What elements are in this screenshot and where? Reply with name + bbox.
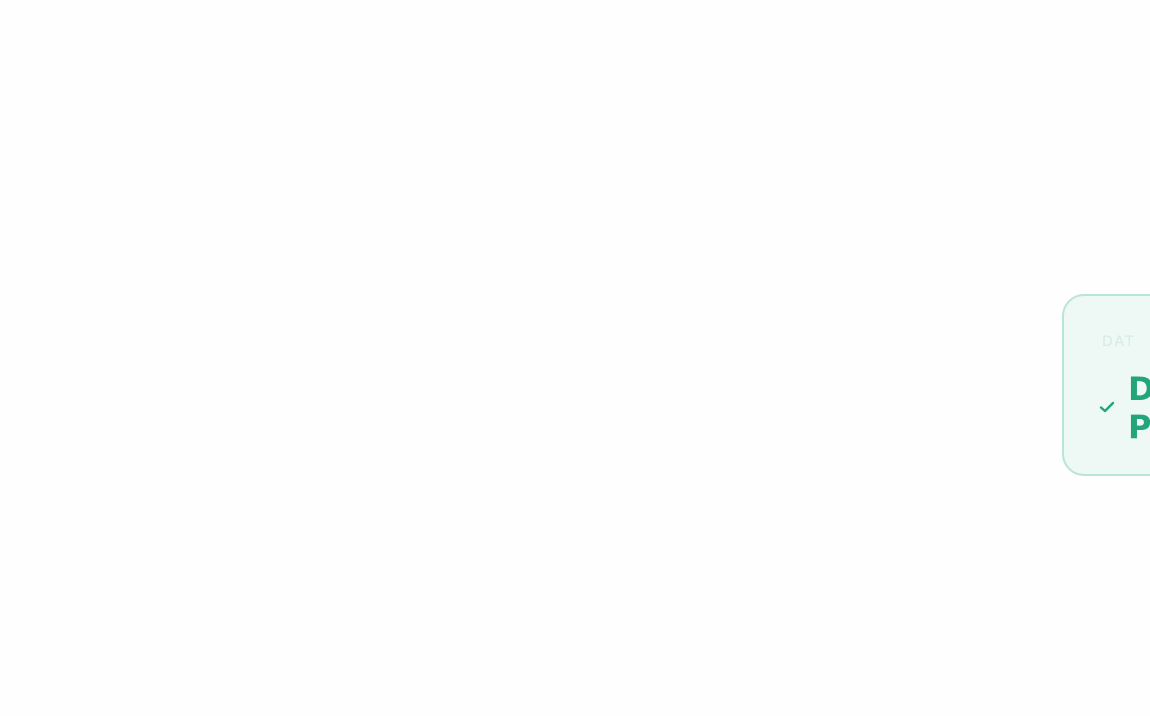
check-icon xyxy=(1099,401,1115,413)
status-card-title: D P xyxy=(1128,370,1150,446)
page: DAT D P xyxy=(0,0,1150,716)
status-card-eyebrow: DAT xyxy=(1102,334,1136,350)
status-card: DAT D P xyxy=(1062,294,1150,476)
